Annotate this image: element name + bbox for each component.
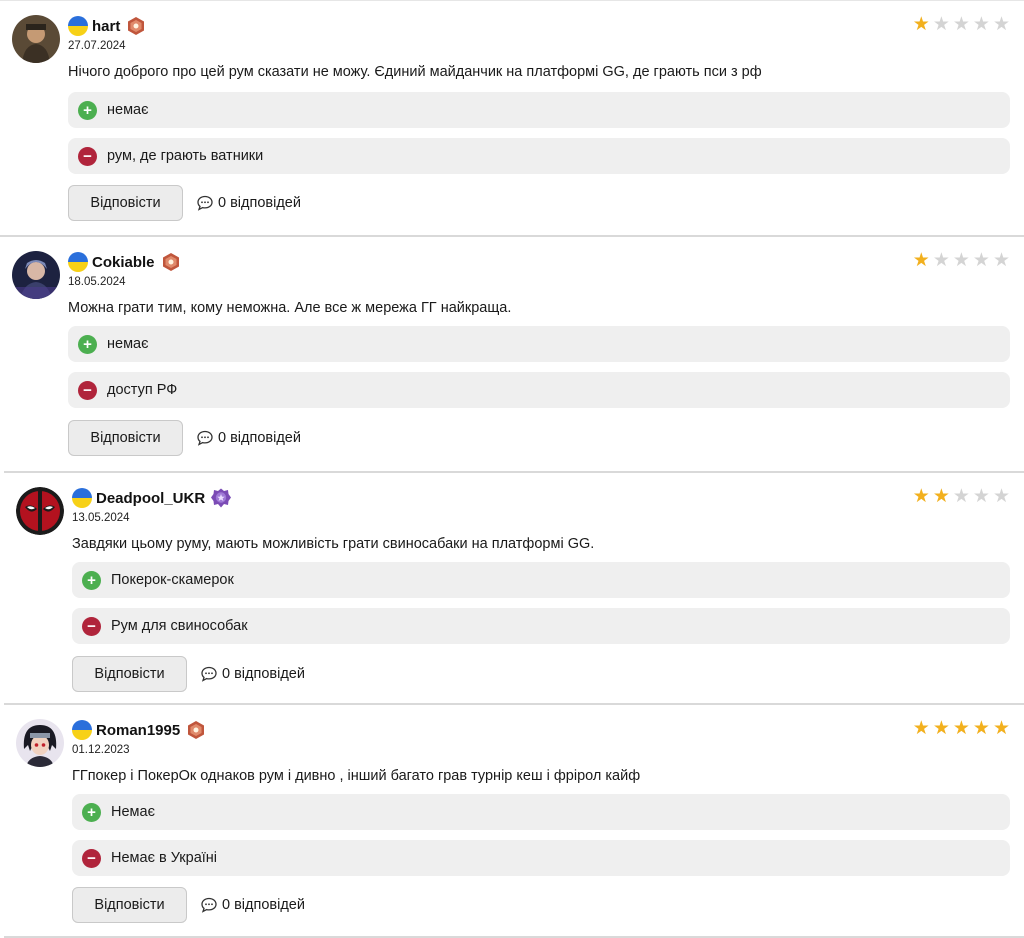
replies-link[interactable]: 0 відповідей: [200, 656, 305, 692]
review-text: Завдяки цьому руму, мають можливість гра…: [72, 536, 595, 552]
star-filled-icon: ★: [912, 486, 930, 507]
review-card: hart 27.07.2024 Нічого доброго про цей р…: [0, 0, 1024, 235]
review-date: 27.07.2024: [68, 40, 126, 52]
reply-button[interactable]: Відповісти: [68, 185, 183, 221]
rating-stars: ★ ★ ★ ★ ★: [913, 487, 1010, 507]
pro-field: + Покерок-скамерок: [72, 562, 1010, 598]
pro-text: Покерок-скамерок: [111, 572, 234, 588]
pro-text: немає: [107, 102, 149, 118]
pro-field: + Немає: [72, 794, 1010, 830]
plus-icon: +: [78, 100, 97, 120]
con-text: Немає в Україні: [111, 850, 218, 866]
star-empty-icon: ★: [952, 14, 970, 35]
speech-bubble-icon: [200, 896, 218, 914]
rating-stars: ★ ★ ★ ★ ★: [913, 251, 1010, 271]
review-card: Roman1995 01.12.2023 ГГпокер і ПокерОк о…: [4, 703, 1024, 938]
review-date: 18.05.2024: [68, 276, 126, 288]
star-filled-icon: ★: [992, 718, 1010, 739]
plus-icon: +: [78, 334, 97, 354]
replies-link[interactable]: 0 відповідей: [200, 887, 305, 923]
rank-badge-icon: [211, 488, 232, 508]
pro-field: + немає: [68, 92, 1010, 128]
replies-count: 0 відповідей: [218, 195, 301, 211]
con-text: доступ РФ: [107, 382, 178, 398]
reply-button[interactable]: Відповісти: [72, 887, 187, 923]
star-empty-icon: ★: [972, 486, 990, 507]
review-text: Нічого доброго про цей рум сказати не мо…: [68, 64, 762, 80]
star-empty-icon: ★: [952, 250, 970, 271]
minus-icon: −: [78, 146, 97, 166]
speech-bubble-icon: [196, 429, 214, 447]
user-avatar[interactable]: [12, 251, 60, 299]
review-text: Можна грати тим, кому неможна. Але все ж…: [68, 300, 512, 316]
rank-badge-icon: [186, 720, 206, 740]
username[interactable]: Cokiable: [92, 254, 155, 271]
rating-stars: ★ ★ ★ ★ ★: [913, 719, 1010, 739]
star-filled-icon: ★: [952, 718, 970, 739]
review-text: ГГпокер і ПокерОк однаков рум і дивно , …: [72, 768, 641, 784]
con-text: рум, де грають ватники: [107, 148, 264, 164]
plus-icon: +: [82, 802, 101, 822]
username[interactable]: Deadpool_UKR: [96, 490, 205, 507]
con-field: − Немає в Україні: [72, 840, 1010, 876]
minus-icon: −: [78, 380, 97, 400]
review-card: Cokiable 18.05.2024 Можна грати тим, ком…: [0, 235, 1024, 471]
con-text: Рум для свинособак: [111, 618, 248, 634]
review-date: 01.12.2023: [72, 744, 130, 756]
minus-icon: −: [82, 616, 101, 636]
star-empty-icon: ★: [972, 250, 990, 271]
star-empty-icon: ★: [952, 486, 970, 507]
star-filled-icon: ★: [932, 486, 950, 507]
replies-count: 0 відповідей: [218, 430, 301, 446]
pro-field: + немає: [68, 326, 1010, 362]
reply-button[interactable]: Відповісти: [68, 420, 183, 456]
star-empty-icon: ★: [932, 14, 950, 35]
replies-link[interactable]: 0 відповідей: [196, 185, 301, 221]
rank-badge-icon: [126, 16, 146, 36]
replies-count: 0 відповідей: [222, 897, 305, 913]
star-empty-icon: ★: [932, 250, 950, 271]
ukraine-flag-icon: [68, 16, 88, 36]
ukraine-flag-icon: [72, 720, 92, 740]
con-field: − Рум для свинособак: [72, 608, 1010, 644]
speech-bubble-icon: [200, 665, 218, 683]
replies-link[interactable]: 0 відповідей: [196, 420, 301, 456]
ukraine-flag-icon: [72, 488, 92, 508]
rank-badge-icon: [161, 252, 181, 272]
username[interactable]: hart: [92, 18, 120, 35]
star-empty-icon: ★: [992, 486, 1010, 507]
con-field: − рум, де грають ватники: [68, 138, 1010, 174]
star-empty-icon: ★: [992, 14, 1010, 35]
star-filled-icon: ★: [912, 718, 930, 739]
star-filled-icon: ★: [972, 718, 990, 739]
review-date: 13.05.2024: [72, 512, 130, 524]
review-card: Deadpool_UKR 13.05.2024 Завдяки цьому ру…: [4, 471, 1024, 703]
rating-stars: ★ ★ ★ ★ ★: [913, 15, 1010, 35]
speech-bubble-icon: [196, 194, 214, 212]
star-empty-icon: ★: [972, 14, 990, 35]
username[interactable]: Roman1995: [96, 722, 180, 739]
star-filled-icon: ★: [932, 718, 950, 739]
star-filled-icon: ★: [912, 14, 930, 35]
ukraine-flag-icon: [68, 252, 88, 272]
minus-icon: −: [82, 848, 101, 868]
plus-icon: +: [82, 570, 101, 590]
pro-text: Немає: [111, 804, 155, 820]
pro-text: немає: [107, 336, 149, 352]
replies-count: 0 відповідей: [222, 666, 305, 682]
user-avatar[interactable]: [16, 719, 64, 767]
star-empty-icon: ★: [992, 250, 1010, 271]
con-field: − доступ РФ: [68, 372, 1010, 408]
user-avatar[interactable]: [16, 487, 64, 535]
user-avatar[interactable]: [12, 15, 60, 63]
reply-button[interactable]: Відповісти: [72, 656, 187, 692]
star-filled-icon: ★: [912, 250, 930, 271]
